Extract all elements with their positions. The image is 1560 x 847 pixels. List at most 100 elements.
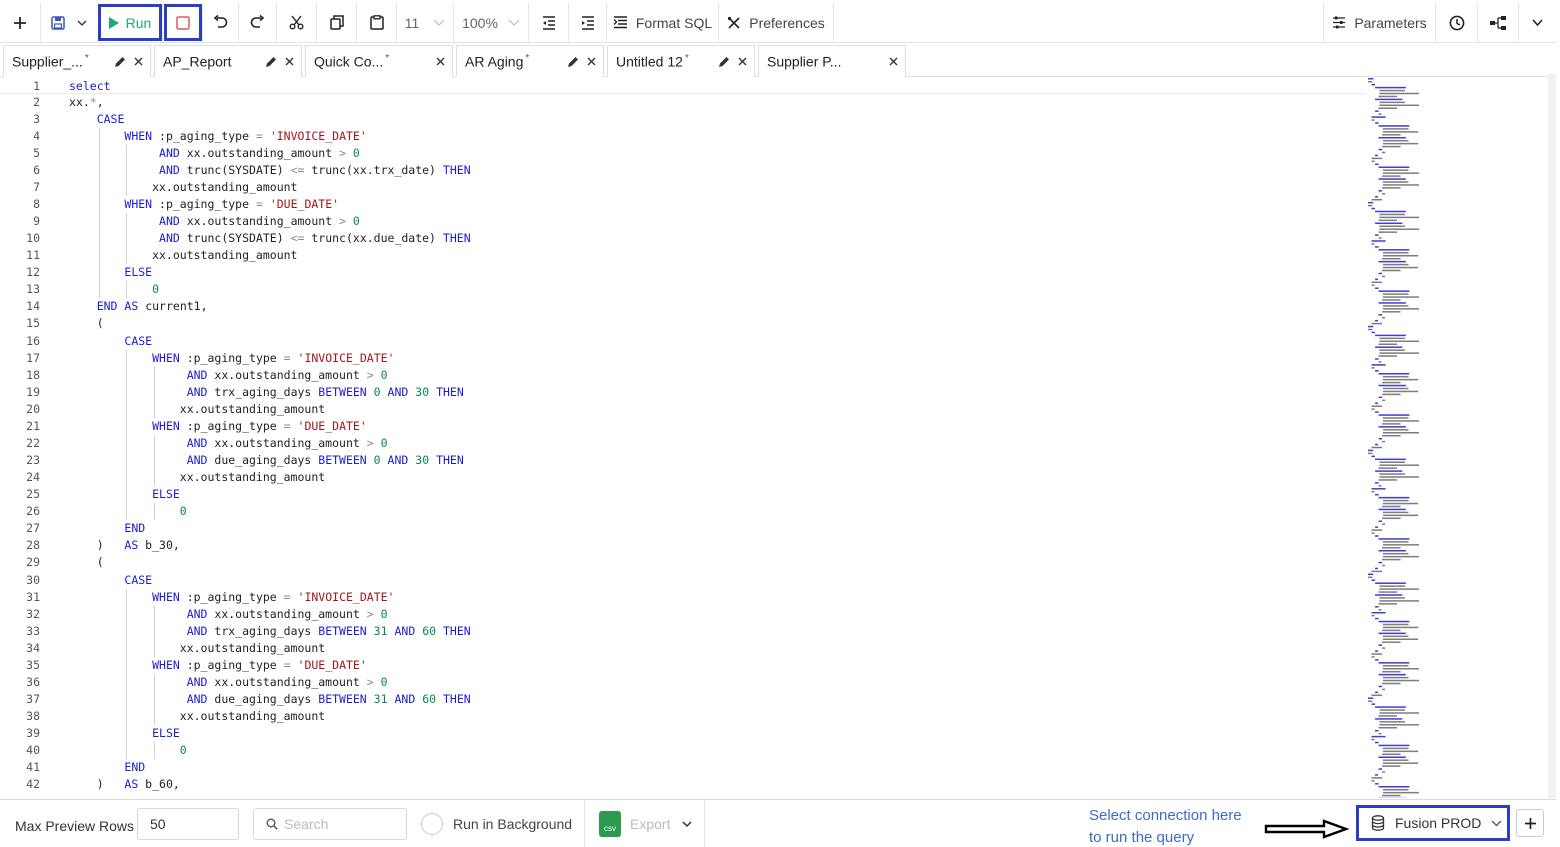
code-line[interactable]: 37 AND due_aging_days BETWEEN 31 AND 60 …: [0, 691, 1366, 708]
code-line[interactable]: 1 select: [0, 78, 1366, 94]
tab-2[interactable]: Quick Co... *: [305, 45, 453, 77]
search-box[interactable]: [253, 808, 407, 840]
explain-plan-button[interactable]: [1478, 3, 1519, 42]
minimap-line: [1382, 558, 1401, 561]
tab-1[interactable]: AP_Report: [154, 45, 302, 77]
minimap-line: [1379, 216, 1420, 219]
more-menu-button[interactable]: [1519, 3, 1556, 42]
pencil-icon[interactable]: [265, 56, 277, 68]
tab-3[interactable]: AR Aging *: [456, 45, 604, 77]
code-line[interactable]: 30 CASE: [0, 572, 1366, 589]
font-size-select[interactable]: 11: [397, 3, 454, 42]
code-line[interactable]: 20 xx.outstanding_amount: [0, 401, 1366, 418]
code-line[interactable]: 41 END: [0, 759, 1366, 776]
save-button[interactable]: [41, 3, 97, 42]
code-line[interactable]: 16 CASE: [0, 333, 1366, 350]
code-line[interactable]: 22 AND xx.outstanding_amount > 0: [0, 435, 1366, 452]
editor-scrollbar[interactable]: [1548, 74, 1556, 798]
code-line[interactable]: 33 AND trx_aging_days BETWEEN 31 AND 60 …: [0, 623, 1366, 640]
code-line[interactable]: 14 END AS current1,: [0, 298, 1366, 315]
close-icon[interactable]: [436, 57, 445, 66]
tab-5[interactable]: Supplier P...: [758, 45, 906, 77]
stop-button[interactable]: [163, 3, 203, 42]
minimap-line: [1375, 582, 1406, 584]
code-line[interactable]: 8 WHEN :p_aging_type = 'DUE_DATE': [0, 196, 1366, 213]
code-minimap[interactable]: [1366, 74, 1544, 798]
code-line[interactable]: 6 AND trunc(SYSDATE) <= trunc(xx.trx_dat…: [0, 162, 1366, 179]
code-line[interactable]: 29 (: [0, 554, 1366, 571]
close-icon[interactable]: [285, 57, 294, 66]
code-line[interactable]: 11 xx.outstanding_amount: [0, 247, 1366, 264]
tab-0[interactable]: Supplier_... *: [3, 45, 151, 77]
code-line[interactable]: 25 ELSE: [0, 486, 1366, 503]
copy-button[interactable]: [317, 3, 357, 42]
zoom-select[interactable]: 100%: [454, 3, 529, 42]
minimap-line: [1378, 786, 1410, 788]
max-preview-rows-input[interactable]: [137, 808, 239, 840]
search-input[interactable]: [284, 816, 396, 832]
code-line[interactable]: 3 CASE: [0, 111, 1366, 128]
run-in-background-radio[interactable]: [421, 813, 443, 835]
run-button[interactable]: Run: [97, 3, 163, 42]
code-line[interactable]: 21 WHEN :p_aging_type = 'DUE_DATE': [0, 418, 1366, 435]
code-line[interactable]: 26 0: [0, 503, 1366, 520]
code-line[interactable]: 35 WHEN :p_aging_type = 'DUE_DATE': [0, 657, 1366, 674]
code-line[interactable]: 9 AND xx.outstanding_amount > 0: [0, 213, 1366, 230]
code-text: WHEN :p_aging_type = 'DUE_DATE': [152, 418, 367, 433]
code-line[interactable]: 27 END: [0, 520, 1366, 537]
add-connection-button[interactable]: [1516, 809, 1544, 837]
code-line[interactable]: 24 xx.outstanding_amount: [0, 469, 1366, 486]
code-line[interactable]: 18 AND xx.outstanding_amount > 0: [0, 367, 1366, 384]
close-icon[interactable]: [134, 57, 143, 66]
code-line[interactable]: 40 0: [0, 742, 1366, 759]
code-line[interactable]: 2 xx.*,: [0, 94, 1366, 111]
history-button[interactable]: [1436, 3, 1478, 42]
cut-button[interactable]: [277, 3, 317, 42]
close-icon[interactable]: [738, 57, 747, 66]
code-line[interactable]: 15 (: [0, 315, 1366, 332]
code-line[interactable]: 42 ) AS b_60,: [0, 776, 1366, 793]
code-line[interactable]: 32 AND xx.outstanding_amount > 0: [0, 606, 1366, 623]
code-line[interactable]: 19 AND trx_aging_days BETWEEN 0 AND 30 T…: [0, 384, 1366, 401]
preferences-button[interactable]: Preferences: [719, 3, 834, 42]
code-line[interactable]: 7 xx.outstanding_amount: [0, 179, 1366, 196]
code-line[interactable]: 5 AND xx.outstanding_amount > 0: [0, 145, 1366, 162]
minimap-line: [1379, 712, 1420, 714]
export-button[interactable]: csv Export: [584, 800, 705, 847]
undo-button[interactable]: [203, 3, 239, 42]
pencil-icon[interactable]: [718, 56, 730, 68]
minimap-line: [1378, 343, 1398, 345]
format-sql-button[interactable]: Format SQL: [607, 3, 719, 42]
code-text: xx.outstanding_amount: [69, 640, 326, 655]
code-line[interactable]: 10 AND trunc(SYSDATE) <= trunc(xx.due_da…: [0, 230, 1366, 247]
code-line[interactable]: 31 WHEN :p_aging_type = 'INVOICE_DATE': [0, 589, 1366, 606]
line-number: 24: [26, 470, 40, 485]
minimap-line: [1382, 257, 1401, 260]
code-line[interactable]: 39 ELSE: [0, 725, 1366, 742]
outdent-button[interactable]: [529, 3, 569, 42]
code-line[interactable]: 38 xx.outstanding_amount: [0, 708, 1366, 725]
minimap-line: [1375, 443, 1379, 446]
code-line[interactable]: 4 WHEN :p_aging_type = 'INVOICE_DATE': [0, 128, 1366, 145]
pencil-icon[interactable]: [567, 56, 579, 68]
close-icon[interactable]: [889, 57, 898, 66]
connection-selector[interactable]: Fusion PROD: [1356, 805, 1510, 841]
code-line[interactable]: 17 WHEN :p_aging_type = 'INVOICE_DATE': [0, 350, 1366, 367]
sql-editor[interactable]: 1 select 2 xx.*, 3 CASE 4 WHEN :p_aging_type …: [0, 78, 1366, 798]
pencil-icon[interactable]: [114, 56, 126, 68]
code-line[interactable]: 34 xx.outstanding_amount: [0, 640, 1366, 657]
indent-button[interactable]: [569, 3, 607, 42]
redo-button[interactable]: [239, 3, 277, 42]
code-line[interactable]: 12 ELSE: [0, 264, 1366, 281]
code-line[interactable]: 28 ) AS b_30,: [0, 537, 1366, 554]
code-line[interactable]: 36 AND xx.outstanding_amount > 0: [0, 674, 1366, 691]
code-line[interactable]: 23 AND due_aging_days BETWEEN 0 AND 30 T…: [0, 452, 1366, 469]
minimap-line: [1382, 175, 1401, 177]
chevron-down-icon[interactable]: [77, 18, 87, 28]
code-line[interactable]: 13 0: [0, 281, 1366, 298]
paste-button[interactable]: [357, 3, 397, 42]
close-icon[interactable]: [587, 57, 596, 66]
parameters-button[interactable]: Parameters: [1323, 3, 1436, 42]
new-query-button[interactable]: [0, 3, 41, 42]
tab-4[interactable]: Untitled 12 *: [607, 45, 755, 77]
